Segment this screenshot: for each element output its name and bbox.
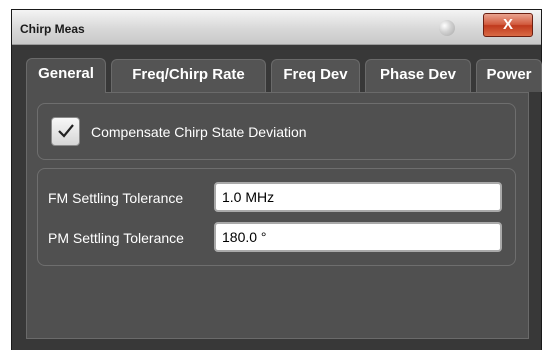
- compensate-checkbox[interactable]: [51, 117, 80, 146]
- window-title: Chirp Meas: [20, 22, 85, 36]
- fm-settling-tolerance-label: FM Settling Tolerance: [48, 190, 184, 206]
- general-panel: Compensate Chirp State Deviation FM Sett…: [26, 92, 529, 339]
- close-button[interactable]: X: [483, 13, 533, 37]
- status-orb-icon: [439, 20, 455, 36]
- tab-freq-dev[interactable]: Freq Dev: [271, 59, 360, 92]
- fm-settling-tolerance-input[interactable]: 1.0 MHz: [214, 182, 502, 212]
- tab-power[interactable]: Power: [476, 59, 542, 92]
- pm-settling-tolerance-input[interactable]: 180.0 °: [214, 222, 502, 252]
- tab-phase-dev[interactable]: Phase Dev: [365, 59, 471, 92]
- compensate-group: Compensate Chirp State Deviation: [37, 103, 516, 160]
- pm-settling-tolerance-label: PM Settling Tolerance: [48, 230, 184, 246]
- compensate-checkbox-label: Compensate Chirp State Deviation: [91, 124, 307, 140]
- dialog-body: General Freq/Chirp Rate Freq Dev Phase D…: [12, 45, 542, 350]
- chirp-meas-dialog: Chirp Meas X General Freq/Chirp Rate Fre…: [11, 9, 542, 350]
- title-bar[interactable]: Chirp Meas X: [12, 10, 541, 45]
- settling-tolerance-group: FM Settling Tolerance 1.0 MHz PM Settlin…: [37, 168, 516, 266]
- tab-freq-chirp-rate[interactable]: Freq/Chirp Rate: [111, 59, 266, 92]
- tab-general[interactable]: General: [26, 58, 106, 93]
- checkmark-icon: [58, 124, 74, 138]
